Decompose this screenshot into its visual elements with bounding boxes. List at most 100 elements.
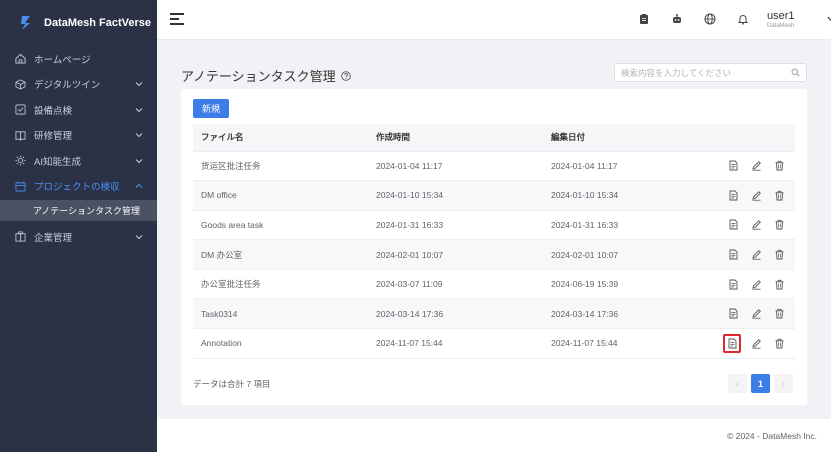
sidebar-item-ai-generation[interactable]: AI知能生成 [0,148,157,174]
annotation-detail-icon[interactable] [725,306,741,322]
sidebar-item-company-management[interactable]: 企業管理 [0,224,157,250]
delete-icon[interactable] [771,187,787,203]
sidebar-item-label: 研修管理 [34,131,73,143]
bell-icon[interactable] [737,13,749,25]
table-row: 货运区批注任务 2024-01-04 11:17 2024-01-04 11:17 [193,151,795,182]
delete-icon[interactable] [771,335,787,351]
sidebar-item-label: AI知能生成 [34,156,81,168]
edit-icon[interactable] [748,217,764,233]
search-icon[interactable] [791,68,800,77]
delete-icon[interactable] [771,247,787,263]
task-card: 新規 ファイル名 作成時間 編集日付 货运区批注任务 2024-01-04 11:… [181,89,807,405]
annotation-detail-icon[interactable] [725,247,741,263]
cube-icon [15,79,26,90]
chevron-down-icon [135,158,143,163]
cell-edited: 2024-06-19 15:39 [543,269,693,300]
sidebar-item-label: プロジェクトの検収 [34,182,120,194]
cell-actions [693,269,795,300]
table-header-row: ファイル名 作成時間 編集日付 [193,124,795,152]
checkbox-icon [15,104,26,115]
globe-icon[interactable] [704,13,716,25]
column-header-edited: 編集日付 [543,124,693,152]
cell-actions [693,180,795,211]
table-row: Goods area task 2024-01-31 16:33 2024-01-3… [193,210,795,241]
cell-created: 2024-02-01 10:07 [368,239,543,270]
search-input[interactable] [621,67,791,78]
edit-icon[interactable] [748,158,764,174]
column-header-filename: ファイル名 [193,124,368,152]
sidebar-item-label: デジタルツイン [34,80,101,92]
edit-icon[interactable] [748,335,764,351]
cell-actions [693,328,795,359]
delete-icon[interactable] [771,306,787,322]
cell-edited: 2024-02-01 10:07 [543,239,693,270]
sidebar-item-home[interactable]: ホームページ [0,46,157,72]
cell-actions [693,239,795,270]
new-button[interactable]: 新規 [193,99,229,118]
cell-created: 2024-03-14 17:36 [368,298,543,330]
edit-icon[interactable] [748,276,764,292]
prev-page-button[interactable]: ‹ [728,374,747,393]
annotation-detail-icon[interactable] [725,276,741,292]
sidebar-subitem-annotation-tasks[interactable]: アノテーションタスク管理 [0,200,157,221]
annotation-detail-icon[interactable] [725,217,741,233]
user-name: user1 [767,10,795,22]
chevron-down-icon [135,133,143,138]
delete-icon[interactable] [771,276,787,292]
delete-icon[interactable] [771,217,787,233]
table-row: 办公室批注任务 2024-03-07 11:09 2024-06-19 15:39 [193,269,795,300]
page-number-button[interactable]: 1 [751,374,770,393]
sidebar-item-label: ホームページ [34,54,91,66]
cell-created: 2024-01-04 11:17 [368,151,543,182]
brand[interactable]: DataMesh FactVerse [0,0,157,46]
search-box[interactable] [614,63,807,82]
datamesh-logo-icon [21,16,30,30]
annotation-detail-icon[interactable] [725,187,741,203]
cell-filename: 货运区批注任务 [193,151,368,182]
cell-filename: Goods area task [193,210,368,241]
cell-actions [693,210,795,241]
cell-edited: 2024-03-14 17:36 [543,298,693,330]
next-page-button[interactable]: › [774,374,793,393]
delete-icon[interactable] [771,158,787,174]
cell-filename: DM 办公室 [193,239,368,270]
task-table: ファイル名 作成時間 編集日付 货运区批注任务 2024-01-04 11:17 2… [193,124,795,359]
chevron-down-icon[interactable] [827,16,831,22]
edit-icon[interactable] [748,247,764,263]
annotation-detail-icon[interactable] [723,333,741,353]
sidebar-menu: ホームページ デジタルツイン 設備点検研修管理 AI知能生成プロジェクトの検収アノテー… [0,46,157,250]
sidebar: DataMesh FactVerse ホームページ デジタルツイン 設備点検研修管理… [0,0,157,452]
cell-created: 2024-01-10 15:34 [368,180,543,211]
pagination: ‹ 1 › [728,374,797,393]
cell-created: 2024-11-07 15:44 [368,328,543,359]
sidebar-item-training[interactable]: 研修管理 [0,123,157,149]
help-icon[interactable] [340,70,351,81]
page-title-text: アノテーションタスク管理 [181,69,336,84]
menu-toggle-icon[interactable] [170,13,184,25]
total-count: データは合計 7 項目 [193,379,271,389]
cell-filename: 办公室批注任务 [193,269,368,300]
sidebar-item-label: 設備点検 [34,105,73,117]
table-row: Task0314 2024-03-14 17:36 2024-03-14 17:36 [193,298,795,330]
annotation-detail-icon[interactable] [725,158,741,174]
sidebar-item-project-acceptance[interactable]: プロジェクトの検収 [0,174,157,200]
sidebar-item-inspection[interactable]: 設備点検 [0,97,157,123]
clipboard-icon[interactable] [638,13,650,25]
column-header-actions [693,124,795,152]
ai-icon [15,155,26,166]
user-menu[interactable]: user1 DataMesh [767,10,795,29]
sidebar-item-digital-twin[interactable]: デジタルツイン [0,72,157,98]
building-icon [15,231,26,242]
robot-icon[interactable] [671,13,683,25]
cell-created: 2024-01-31 16:33 [368,210,543,241]
table-row: Annotation 2024-11-07 15:44 2024-11-07 15:… [193,328,795,359]
cell-edited: 2024-01-04 11:17 [543,151,693,182]
edit-icon[interactable] [748,306,764,322]
calendar-icon [15,181,26,192]
cell-filename: Task0314 [193,298,368,330]
cell-created: 2024-03-07 11:09 [368,269,543,300]
copyright: © 2024 - DataMesh Inc. [727,431,817,441]
edit-icon[interactable] [748,187,764,203]
topbar: user1 DataMesh [157,0,831,39]
user-org: DataMesh [767,23,795,29]
